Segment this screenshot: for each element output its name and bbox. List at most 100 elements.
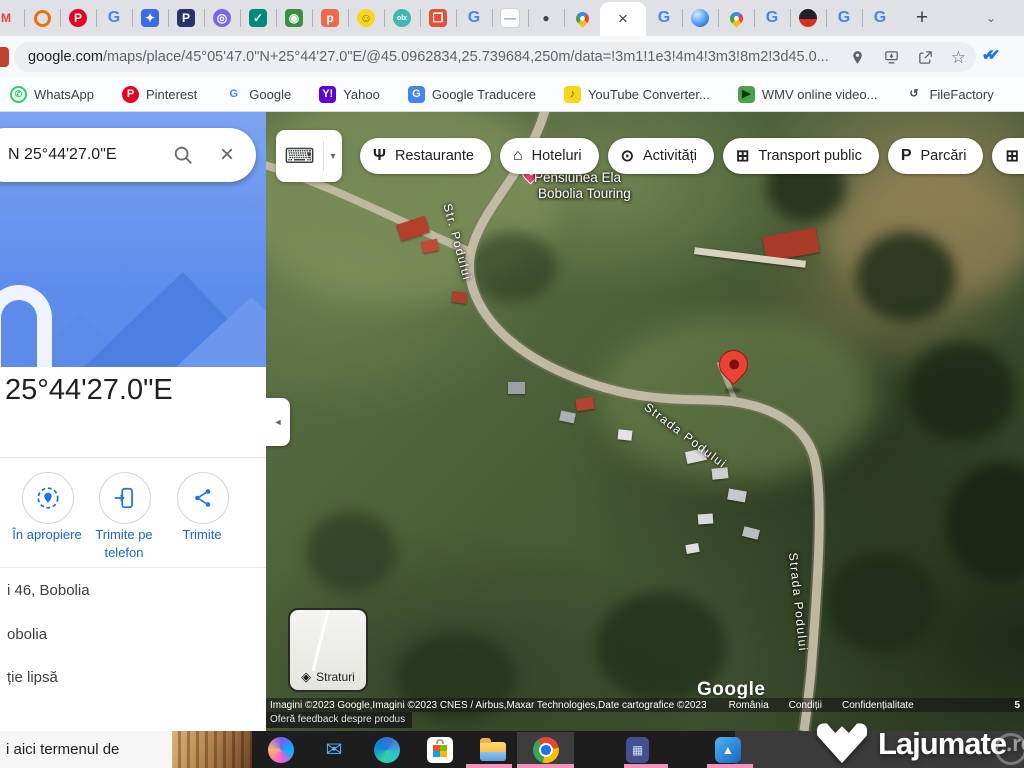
- chip-icon: ⌂: [513, 147, 523, 165]
- attribution-link[interactable]: Confidențialitate: [842, 700, 914, 711]
- tab-favicon: ◎: [213, 9, 231, 27]
- taskbar-calculator[interactable]: ▦: [586, 737, 649, 763]
- attribution-link[interactable]: Condiții: [789, 700, 822, 711]
- chip-hoteluri[interactable]: ⌂ Hoteluri: [500, 138, 599, 174]
- chip-label: Parcări: [921, 148, 967, 164]
- bookmark-yahoo[interactable]: Y! Yahoo: [319, 86, 380, 103]
- tab-earth[interactable]: [682, 0, 718, 36]
- tab-google[interactable]: G: [96, 0, 132, 36]
- tab-maps-2[interactable]: [718, 0, 754, 36]
- location-pin-icon[interactable]: [849, 49, 866, 66]
- tab-teal-check[interactable]: ✓: [240, 0, 276, 36]
- tab-favicon: ✓: [249, 9, 267, 27]
- tabstrip-caret-icon[interactable]: ⌄: [986, 11, 996, 25]
- feedback-link[interactable]: Oferă feedback despre produs: [266, 712, 412, 728]
- bookmark-pinterest[interactable]: P Pinterest: [122, 86, 197, 103]
- share-place-button[interactable]: [177, 472, 229, 524]
- pin-shadow: [725, 388, 741, 393]
- bookmark-filefactory[interactable]: ↺ FileFactory: [905, 86, 993, 103]
- tab-maps[interactable]: [564, 0, 600, 36]
- tab-favicon: ✦: [141, 9, 159, 27]
- url-bar[interactable]: google.com/maps/place/45°05'47.0"N+25°44…: [14, 42, 976, 72]
- install-icon[interactable]: [883, 49, 900, 66]
- category-chips: Ψ Restaurante ⌂ Hoteluri ⊙ Activități: [360, 138, 1024, 174]
- tab-paypal[interactable]: P: [168, 0, 204, 36]
- tab-spiral[interactable]: ◎: [204, 0, 240, 36]
- close-icon[interactable]: ×: [220, 143, 234, 167]
- tab-google-5[interactable]: G: [826, 0, 862, 36]
- bookmark-youtube-converter[interactable]: ♪ YouTube Converter...: [564, 86, 710, 103]
- taskbar-mail[interactable]: ✉: [321, 737, 347, 763]
- active-tab[interactable]: ×: [600, 2, 646, 36]
- bookmark-wmv-video[interactable]: ▶ WMV online video...: [738, 86, 878, 103]
- running-indicator: [466, 764, 512, 768]
- tab-orange-p[interactable]: p: [312, 0, 348, 36]
- tab-favicon: P: [69, 9, 87, 27]
- taskbar-search[interactable]: i aici termenul de: [0, 731, 252, 768]
- send-to-phone-button[interactable]: [99, 472, 151, 524]
- share-icon[interactable]: [917, 49, 934, 66]
- bookmark-favicon: ↺: [905, 86, 922, 103]
- bookmark-star-icon[interactable]: ☆: [951, 49, 966, 66]
- poi-label-line2[interactable]: Bobolia Touring: [538, 186, 631, 201]
- illustration-monument: [0, 285, 52, 367]
- bookmark-whatsapp[interactable]: ✆ WhatsApp: [10, 86, 94, 103]
- chip-icon: ⊞: [736, 146, 749, 166]
- sidebar-collapse-button[interactable]: ◄: [266, 398, 290, 446]
- tab-close-icon[interactable]: ×: [618, 9, 628, 29]
- chip-activitati[interactable]: ⊙ Activități: [608, 138, 714, 174]
- bookmark-favicon: ▶: [738, 86, 755, 103]
- missing-info-row[interactable]: ție lipsă: [7, 669, 58, 686]
- share-label[interactable]: Trimite: [156, 526, 248, 544]
- map-house: [451, 291, 467, 304]
- tab-dark-blob[interactable]: ●: [528, 0, 564, 36]
- tab-google-6[interactable]: G: [862, 0, 898, 36]
- tab-gmail[interactable]: M: [0, 0, 24, 36]
- tab-google-2[interactable]: G: [456, 0, 492, 36]
- tab-olx[interactable]: olx: [384, 0, 420, 36]
- taskbar-edge[interactable]: [374, 737, 400, 763]
- chip-parcari[interactable]: P Parcări: [888, 138, 984, 174]
- tab-pinterest[interactable]: P: [60, 0, 96, 36]
- nearby-button[interactable]: [22, 472, 74, 524]
- search-box[interactable]: N 25°44'27.0"E ×: [0, 128, 256, 182]
- tab-smiley[interactable]: ☺: [348, 0, 384, 36]
- tab-google-4[interactable]: G: [754, 0, 790, 36]
- extension-icon[interactable]: ✔✔: [982, 46, 1016, 64]
- chevron-left-icon: ◄: [274, 417, 283, 427]
- attribution-link[interactable]: România: [729, 700, 769, 711]
- layers-button[interactable]: ◈ Straturi: [288, 608, 368, 692]
- chip-transport-public[interactable]: ⊞ Transport public: [723, 138, 879, 174]
- chip-icon: ⊙: [621, 146, 634, 166]
- tab-dark-red[interactable]: [790, 0, 826, 36]
- bookmark-favicon: ♪: [564, 86, 581, 103]
- taskbar-photos[interactable]: ▲: [676, 737, 741, 763]
- keyboard-icon: ⌨: [276, 144, 323, 169]
- tab-google-3[interactable]: G: [646, 0, 682, 36]
- chevron-down-icon[interactable]: ▾: [324, 151, 342, 162]
- bookmark-favicon: G: [408, 86, 425, 103]
- map-canvas[interactable]: ⌨ ▾ Ψ Restaurante ⌂ Hoteluri: [266, 112, 1024, 731]
- taskbar-chrome[interactable]: [533, 737, 559, 763]
- taskbar-file-explorer[interactable]: [480, 739, 506, 761]
- chip-farmacii[interactable]: ⊞ F: [992, 138, 1024, 174]
- watermark: Lajumate.ro: [810, 718, 1024, 768]
- address-row[interactable]: i 46, Bobolia: [7, 582, 90, 599]
- search-input[interactable]: N 25°44'27.0"E: [8, 146, 172, 164]
- bookmark-google-traducere[interactable]: G Google Traducere: [408, 86, 536, 103]
- tab-green-app[interactable]: ◉: [276, 0, 312, 36]
- tab-red-card[interactable]: ❐: [420, 0, 456, 36]
- tab-favicon: olx: [393, 9, 411, 27]
- keyboard-button[interactable]: ⌨ ▾: [276, 130, 342, 182]
- taskbar-news-thumbnail[interactable]: [172, 731, 252, 768]
- tab-orange-ring[interactable]: [24, 0, 60, 36]
- locality-row[interactable]: obolia: [7, 626, 47, 643]
- tab-photo-editor[interactable]: ✦: [132, 0, 168, 36]
- bookmark-google[interactable]: G Google: [225, 86, 291, 103]
- taskbar-store[interactable]: [427, 737, 453, 763]
- search-icon[interactable]: [172, 144, 194, 166]
- chip-restaurante[interactable]: Ψ Restaurante: [360, 138, 491, 174]
- new-tab-button[interactable]: +: [908, 4, 936, 32]
- tab-doc[interactable]: —: [492, 0, 528, 36]
- taskbar-copilot[interactable]: [268, 737, 294, 763]
